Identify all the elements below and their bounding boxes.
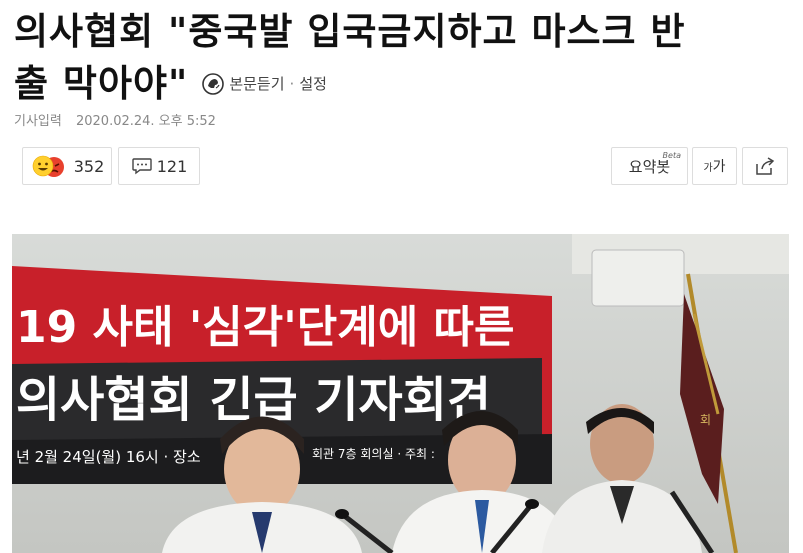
article-photo: 19 사태 '심각'단계에 따른 의사협회 긴급 기자회견 년 2월 24일(월… xyxy=(12,234,789,553)
comment-count: 121 xyxy=(156,156,188,176)
font-size-label: 가 xyxy=(712,159,726,175)
summary-bot-button[interactable]: 요약봇 Beta xyxy=(611,147,688,185)
flag-text: 회 xyxy=(700,413,711,427)
share-button[interactable] xyxy=(742,147,788,185)
listen-button[interactable]: 본문듣기 xyxy=(229,58,284,110)
reaction-emoji-icon xyxy=(32,155,64,177)
comment-icon xyxy=(132,158,152,175)
title-line-1: 의사협회 "중국발 입국금지하고 마스크 반 xyxy=(14,10,686,53)
font-size-button[interactable]: 가 가 xyxy=(692,147,737,185)
share-icon xyxy=(756,157,775,175)
separator-dot: · xyxy=(289,75,295,93)
press-conference-photo: 19 사태 '심각'단계에 따른 의사협회 긴급 기자회견 년 2월 24일(월… xyxy=(12,234,789,553)
article-meta: 기사입력 2020.02.24. 오후 5:52 xyxy=(14,110,216,129)
banner-text-3: 년 2월 24일(월) 16시 · 장소 xyxy=(16,448,201,466)
banner-text-1: 19 사태 '심각'단계에 따른 xyxy=(16,302,514,353)
comment-button[interactable]: 121 xyxy=(118,147,200,185)
font-size-small-glyph: 가 xyxy=(703,162,713,174)
title-line-2: 출 막아야" xyxy=(14,62,189,105)
text-to-speech-icon[interactable] xyxy=(202,73,225,95)
meta-label: 기사입력 xyxy=(14,114,62,129)
article-page: 의사협회 "중국발 입국금지하고 마스크 반 출 막아야" 본문듣기 · 설정 … xyxy=(0,0,803,553)
settings-button[interactable]: 설정 xyxy=(299,58,327,110)
meta-datetime: 2020.02.24. 오후 5:52 xyxy=(75,114,216,129)
beta-badge: Beta xyxy=(662,151,681,160)
banner-text-4: 회관 7층 회의실 · 주최 : xyxy=(312,447,435,461)
listen-controls: 본문듣기 · 설정 xyxy=(202,58,327,110)
reaction-count: 352 xyxy=(73,156,105,176)
reaction-button[interactable]: 352 xyxy=(22,147,112,185)
article-title: 의사협회 "중국발 입국금지하고 마스크 반 출 막아야" 본문듣기 · 설정 xyxy=(14,6,794,110)
